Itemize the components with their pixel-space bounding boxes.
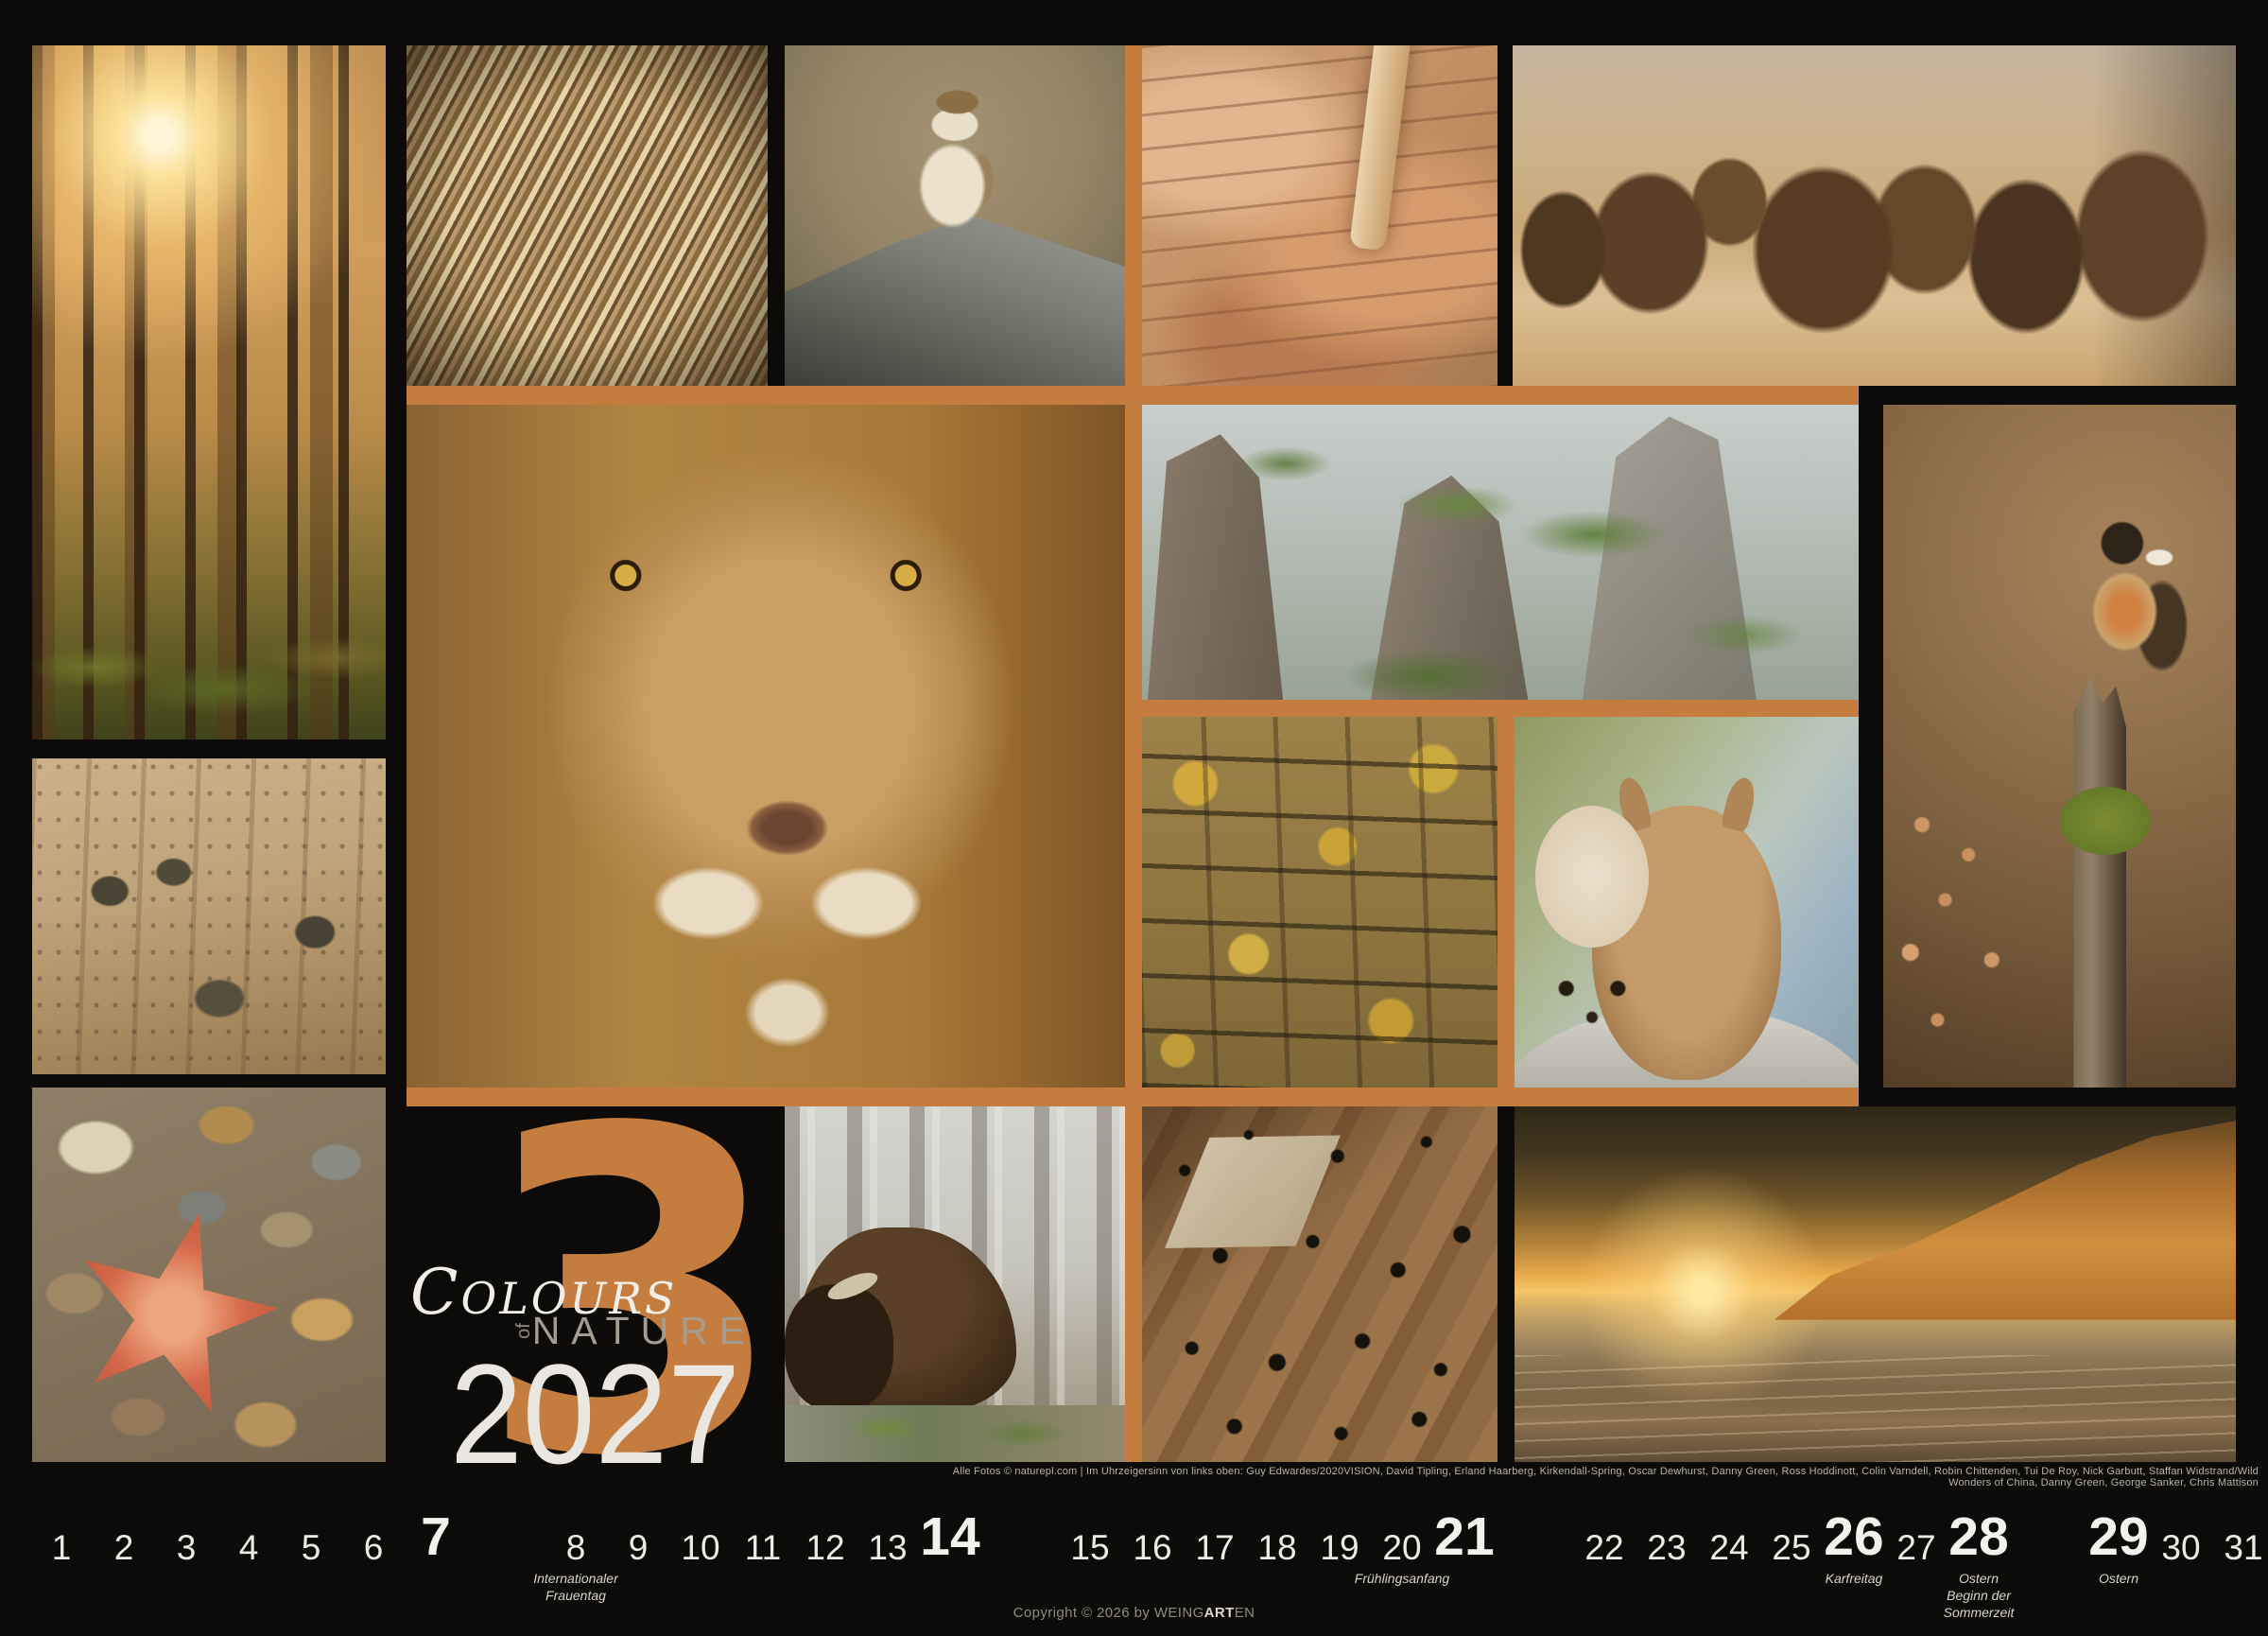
calendar-day-30: 30	[2161, 1528, 2200, 1568]
calendar-day-label-20: Frühlingsanfang	[1355, 1570, 1449, 1587]
copyright-line: Copyright © 2026 by WEINGARTEN	[0, 1605, 2268, 1621]
calendar-day-22: 22	[1584, 1528, 1623, 1568]
calendar-day-15: 15	[1070, 1528, 1109, 1568]
photo-stonechat	[1883, 405, 2236, 1088]
wooden-post-shape	[2073, 678, 2126, 1088]
calendar-day-26: 26	[1824, 1505, 1883, 1568]
mountain-foliage	[1142, 405, 1859, 700]
calendar-page: 3 Colours of NATURE 2027 Alle Fotos © na…	[0, 0, 2268, 1636]
photo-bark-texture	[1142, 45, 1498, 386]
brand-weingarten-art: ART	[1204, 1605, 1235, 1621]
brand-weingarten-end: EN	[1235, 1605, 1255, 1621]
calendar-day-2: 2	[114, 1528, 134, 1568]
title-year: 2027	[450, 1343, 740, 1485]
songbird-shape	[893, 86, 1016, 247]
ants-swarm	[1142, 1106, 1498, 1462]
orange-divider-wall-squirrel	[1498, 717, 1515, 1088]
brand-weingarten-start: WEING	[1154, 1605, 1204, 1621]
photo-lichen-stone-wall	[1142, 717, 1498, 1088]
photo-red-squirrel	[1515, 717, 1859, 1088]
starfish-shape	[48, 1189, 301, 1441]
calendar-day-29: 29	[2088, 1505, 2148, 1568]
seed-heads	[1883, 712, 2077, 1088]
squirrel-face	[1531, 948, 1653, 1033]
calendar-day-20: 20	[1382, 1528, 1421, 1568]
photo-forest	[32, 45, 386, 740]
calendar-day-1: 1	[52, 1528, 72, 1568]
calendar-day-13: 13	[868, 1528, 907, 1568]
photo-hedgehog-spines	[407, 45, 768, 386]
calendar-day-28: 28	[1948, 1505, 2008, 1568]
calendar-day-23: 23	[1647, 1528, 1686, 1568]
calendar-day-31: 31	[2224, 1528, 2262, 1568]
calendar-day-label-8: InternationalerFrauentag	[533, 1570, 618, 1604]
stonechat-shape	[2067, 514, 2199, 694]
squirrel-chest	[1535, 806, 1649, 948]
calendar-day-label-29: Ostern	[2099, 1570, 2138, 1587]
bison-head	[785, 1284, 893, 1412]
calendar-day-6: 6	[364, 1528, 384, 1568]
calendar-day-14: 14	[920, 1505, 979, 1568]
copyright-prefix: Copyright © 2026 by	[1013, 1605, 1154, 1621]
calendar-day-25: 25	[1772, 1528, 1810, 1568]
photo-bison	[785, 1106, 1125, 1462]
calendar-day-5: 5	[302, 1528, 321, 1568]
photo-karst-mountains	[1142, 405, 1859, 700]
calendar-day-18: 18	[1257, 1528, 1296, 1568]
calendar-day-3: 3	[177, 1528, 197, 1568]
calendar-day-24: 24	[1709, 1528, 1748, 1568]
calendar-day-27: 27	[1896, 1528, 1935, 1568]
photo-gelada-monkeys	[1513, 45, 2236, 386]
calendar-day-12: 12	[805, 1528, 844, 1568]
calendar-day-4: 4	[239, 1528, 259, 1568]
photo-songbird-on-rock	[785, 45, 1125, 386]
photo-credits: Alle Fotos © naturepl.com | Im Uhrzeiger…	[935, 1466, 2259, 1488]
photo-sunset-cliffs	[1515, 1106, 2236, 1462]
cliff-shape	[1775, 1121, 2236, 1320]
photo-wood-ants	[1142, 1106, 1498, 1462]
photo-turtle-hatchlings	[32, 758, 386, 1074]
squirrel-shape	[1592, 806, 1781, 1080]
orange-divider-top	[407, 386, 1859, 405]
orange-divider-under-mountains	[1142, 700, 1859, 717]
photo-lion-face	[407, 405, 1125, 1088]
orange-divider-vertical-main	[1125, 45, 1142, 1462]
calendar-day-7: 7	[421, 1505, 451, 1568]
calendar-day-label-26: Karfreitag	[1826, 1570, 1883, 1587]
beach-shape	[1515, 1355, 2236, 1462]
calendar-day-17: 17	[1195, 1528, 1234, 1568]
title-block: 3 Colours of NATURE 2027	[407, 1106, 768, 1462]
calendar-day-21: 21	[1434, 1505, 1494, 1568]
mossy-log	[785, 1405, 1125, 1462]
bark-strip-shape	[1349, 45, 1411, 251]
calendar-day-16: 16	[1133, 1528, 1171, 1568]
photo-starfish-pebbles	[32, 1088, 386, 1462]
calendar-day-19: 19	[1320, 1528, 1359, 1568]
